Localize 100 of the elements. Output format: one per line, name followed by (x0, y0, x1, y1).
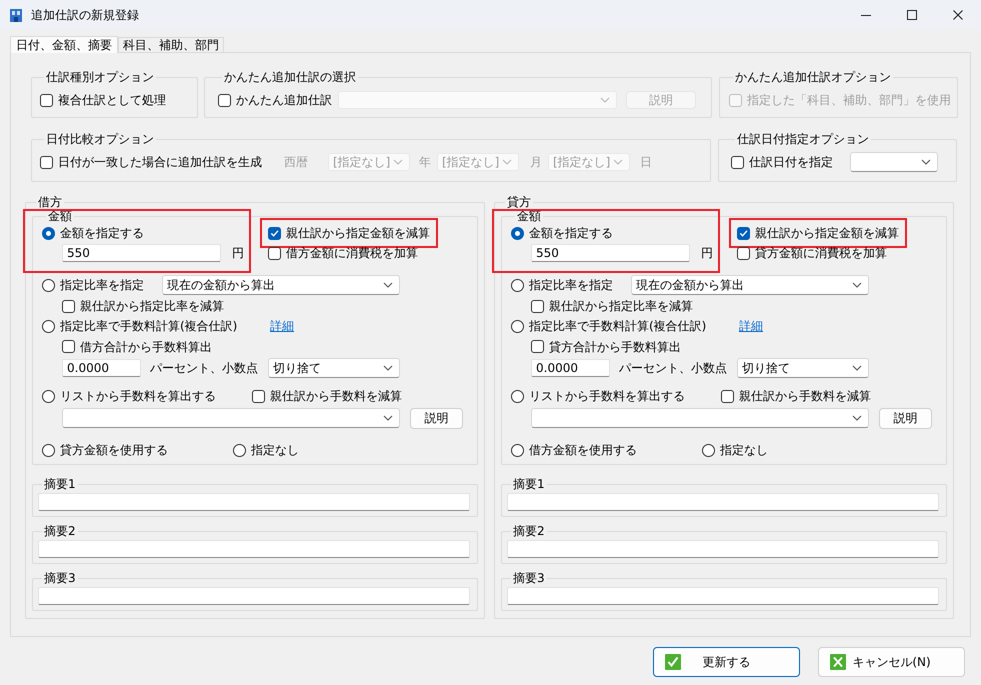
checkbox[interactable] (62, 300, 75, 312)
close-icon[interactable] (953, 10, 963, 20)
radio-label: リストから手数料を算出する (529, 388, 685, 404)
group-title: 日付比較オプション (45, 132, 155, 146)
checkbox-label: かんたん追加仕訳 (236, 92, 332, 108)
action-button[interactable]: 更新する (653, 647, 800, 677)
checkbox[interactable] (62, 340, 75, 353)
details-link[interactable]: 詳細 (739, 318, 763, 334)
radio-label: 指定なし (720, 442, 768, 458)
date-label: 日 (640, 154, 652, 170)
radio-button[interactable] (42, 278, 55, 292)
details-link[interactable]: 詳細 (270, 318, 294, 334)
percent-label: パーセント、小数点 (150, 360, 258, 376)
checkbox[interactable] (531, 300, 544, 312)
dropdown[interactable]: 切り捨て (737, 358, 869, 378)
radio-label: 金額を指定する (60, 225, 144, 241)
summary-field[interactable] (507, 587, 939, 605)
radio-button[interactable] (511, 226, 524, 240)
group-title: 摘要2 (512, 524, 546, 538)
radio-label: 貸方金額を使用する (60, 442, 168, 458)
percent-field[interactable]: 0.0000 (531, 359, 610, 377)
dropdown[interactable]: 現在の金額から算出 (162, 275, 400, 295)
radio-label: リストから手数料を算出する (60, 388, 216, 404)
group-title: 金額 (516, 209, 542, 223)
checkbox[interactable] (268, 246, 281, 260)
group-title: 貸方 (506, 195, 532, 209)
chevron-down-icon (383, 282, 393, 288)
radio-label: 借方金額を使用する (529, 442, 637, 458)
maximize-icon[interactable] (907, 10, 917, 20)
tab[interactable]: 日付、金額、摘要 (10, 36, 118, 53)
checkbox-label: 仕訳日付を指定 (749, 154, 833, 170)
summary-field[interactable] (507, 493, 939, 511)
group-title: 摘要3 (43, 571, 77, 585)
checkbox-label: 親仕訳から手数料を減算 (739, 388, 871, 404)
radio-button[interactable] (42, 320, 55, 332)
dropdown[interactable]: 切り捨て (268, 358, 400, 378)
group-title: 仕訳日付指定オプション (736, 132, 870, 146)
checkmark-icon (739, 229, 748, 237)
checkbox-label: 親仕訳から指定比率を減算 (80, 298, 224, 314)
explain-button[interactable]: 説明 (879, 408, 932, 428)
summary-field[interactable] (507, 540, 939, 558)
amount-field[interactable]: 550 (62, 244, 221, 262)
checkbox-label: 複合仕訳として処理 (58, 92, 166, 108)
minimize-icon[interactable] (861, 14, 871, 16)
summary-field[interactable] (38, 540, 470, 558)
radio-button[interactable] (42, 226, 55, 240)
checkmark-icon (664, 653, 682, 671)
checkbox[interactable] (737, 246, 750, 260)
group-title: 仕訳種別オプション (45, 70, 155, 84)
chevron-down-icon (502, 159, 512, 165)
group-title: 摘要2 (43, 524, 77, 538)
summary-field[interactable] (38, 493, 470, 511)
radio-button[interactable] (42, 390, 55, 402)
chevron-down-icon (600, 97, 610, 103)
amount-field[interactable]: 550 (531, 244, 690, 262)
checkbox-label: 日付が一致した場合に追加仕訳を生成 (58, 154, 262, 170)
summary-field[interactable] (38, 587, 470, 605)
checkbox[interactable] (721, 390, 734, 402)
radio-button[interactable] (511, 278, 524, 292)
checkbox[interactable] (737, 226, 750, 240)
dropdown[interactable] (850, 152, 938, 172)
dropdown[interactable]: 現在の金額から算出 (631, 275, 869, 295)
dropdown[interactable] (531, 408, 869, 428)
checkbox[interactable] (731, 156, 744, 168)
group-title: 摘要3 (512, 571, 546, 585)
checkbox[interactable] (40, 94, 53, 106)
checkbox[interactable] (531, 340, 544, 353)
date-label: 月 (530, 154, 542, 170)
percent-label: パーセント、小数点 (619, 360, 727, 376)
action-button[interactable]: キャンセル(N) (818, 647, 965, 677)
dropdown[interactable] (62, 408, 400, 428)
explain-button[interactable]: 説明 (410, 408, 463, 428)
radio-button[interactable] (511, 444, 524, 456)
radio-button[interactable] (42, 444, 55, 456)
radio-button[interactable] (233, 444, 246, 456)
checkbox-label: 親仕訳から指定比率を減算 (549, 298, 693, 314)
tab[interactable]: 科目、補助、部門 (118, 37, 224, 52)
radio-label: 指定比率を指定 (529, 277, 613, 293)
group-title: 摘要1 (512, 477, 546, 491)
checkbox[interactable] (218, 94, 231, 106)
chevron-down-icon (921, 159, 931, 165)
group-title: かんたん追加仕訳の選択 (223, 70, 357, 84)
unit-label: 円 (232, 245, 244, 261)
radio-label: 指定比率で手数料計算(複合仕訳) (60, 318, 238, 334)
radio-button[interactable] (511, 390, 524, 402)
group-title: かんたん追加仕訳オプション (734, 70, 892, 84)
radio-label: 指定なし (251, 442, 299, 458)
checkbox[interactable] (40, 156, 53, 168)
checkbox[interactable] (268, 226, 281, 240)
chevron-down-icon (393, 159, 403, 165)
percent-field[interactable]: 0.0000 (62, 359, 141, 377)
checkbox[interactable] (252, 390, 265, 402)
chevron-down-icon (383, 365, 393, 371)
radio-button[interactable] (511, 320, 524, 332)
checkbox-label: 貸方合計から手数料算出 (549, 338, 681, 354)
checkbox-label: 借方合計から手数料算出 (80, 338, 212, 354)
chevron-down-icon (613, 159, 623, 165)
date-label: 年 (419, 154, 431, 170)
window-title: 追加仕訳の新規登録 (31, 6, 139, 24)
radio-button[interactable] (702, 444, 715, 456)
